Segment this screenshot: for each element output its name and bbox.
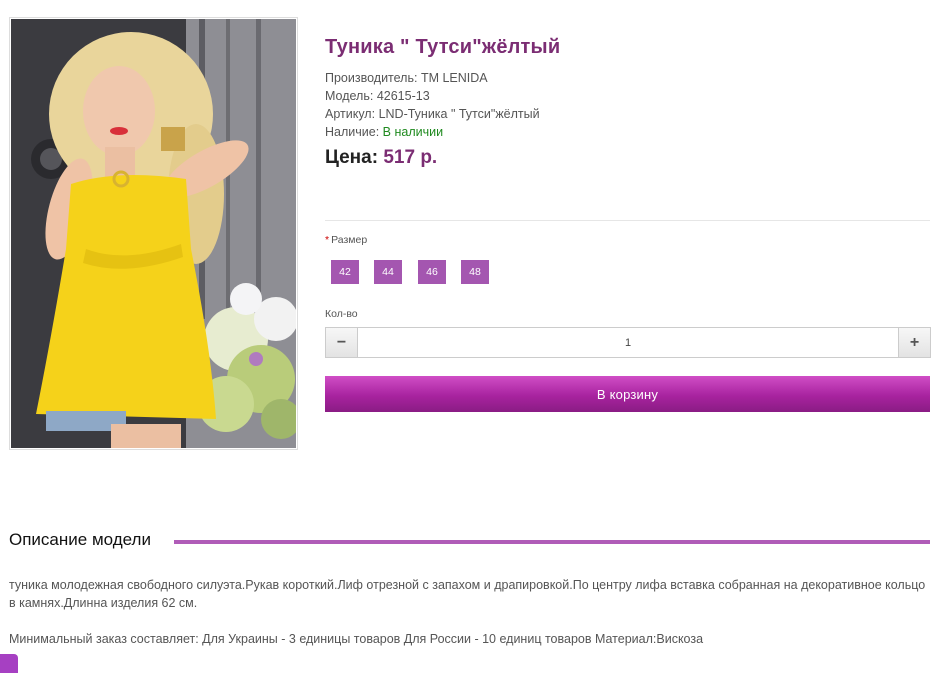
quantity-stepper: − +: [325, 327, 931, 358]
product-title: Туника " Тутси"жёлтый: [325, 36, 561, 58]
manufacturer-label: Производитель:: [325, 71, 418, 85]
size-label-text: Размер: [331, 234, 368, 246]
product-meta: Производитель: TM LENIDA Модель: 42615-1…: [325, 69, 540, 141]
description-note: Минимальный заказ составляет: Для Украин…: [9, 632, 704, 646]
description-text: туника молодежная свободного силуэта.Рук…: [9, 578, 926, 610]
size-option-42[interactable]: 42: [331, 260, 359, 284]
model-value: 42615-13: [376, 89, 430, 103]
size-option-46[interactable]: 46: [418, 260, 446, 284]
price-label: Цена:: [325, 147, 379, 168]
sku-row: Артикул: LND-Туника " Тутси"жёлтый: [325, 105, 540, 123]
corner-tab[interactable]: [0, 654, 18, 673]
model-label: Модель:: [325, 89, 374, 103]
manufacturer-row: Производитель: TM LENIDA: [325, 69, 540, 87]
availability-label: Наличие:: [325, 125, 380, 139]
availability-row: Наличие: В наличии: [325, 123, 540, 141]
product-image[interactable]: [11, 19, 296, 448]
price-value: 517 р.: [383, 147, 438, 168]
quantity-label: Кол-во: [325, 308, 358, 320]
model-row: Модель: 42615-13: [325, 87, 540, 105]
manufacturer-value[interactable]: TM LENIDA: [421, 71, 488, 85]
add-to-cart-button[interactable]: В корзину: [325, 376, 930, 412]
quantity-decrease-button[interactable]: −: [326, 328, 358, 357]
divider: [325, 220, 930, 221]
size-label: * Размер: [325, 234, 367, 246]
size-option-48[interactable]: 48: [461, 260, 489, 284]
sku-label: Артикул:: [325, 107, 376, 121]
product-image-frame[interactable]: [9, 17, 298, 450]
required-mark: *: [325, 234, 330, 246]
size-option-44[interactable]: 44: [374, 260, 402, 284]
availability-value: В наличии: [382, 125, 444, 139]
description-heading-rule: [174, 540, 930, 544]
product-photo-illustration: [11, 19, 296, 448]
price: Цена: 517 р.: [325, 147, 437, 169]
quantity-input[interactable]: [358, 328, 898, 357]
sku-value: LND-Туника " Тутси"жёлтый: [378, 107, 540, 121]
quantity-increase-button[interactable]: +: [898, 328, 930, 357]
size-options: 42 44 46 48: [331, 260, 504, 284]
description-heading: Описание модели: [9, 530, 151, 549]
